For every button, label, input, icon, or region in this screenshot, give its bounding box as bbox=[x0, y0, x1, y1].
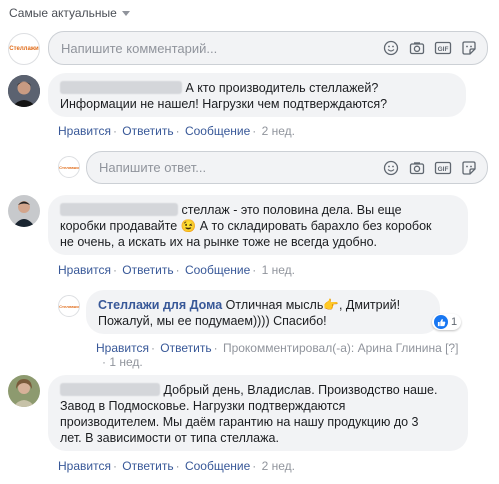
message-link[interactable]: Сообщение bbox=[185, 124, 250, 138]
svg-text:GIF: GIF bbox=[438, 166, 449, 173]
like-link[interactable]: Нравится bbox=[96, 341, 149, 355]
comment-actions: Нравится · Ответить · Сообщение · 2 нед. bbox=[58, 124, 295, 138]
commented-by-text: Прокомментировал(-а): Арина Глинина bbox=[222, 341, 442, 355]
reply-text-line: , Дмитрий! bbox=[338, 298, 401, 312]
sort-dropdown[interactable]: Самые актуальные bbox=[9, 6, 130, 20]
redacted-name bbox=[60, 383, 160, 396]
camera-icon[interactable] bbox=[407, 158, 427, 178]
emoji-icon[interactable] bbox=[381, 38, 401, 58]
like-icon bbox=[434, 315, 448, 329]
reply-link[interactable]: Ответить bbox=[122, 124, 173, 138]
timestamp[interactable]: 1 нед. bbox=[109, 355, 142, 369]
reply-input[interactable]: Напишите ответ... bbox=[99, 160, 381, 175]
reaction-count[interactable]: 1 bbox=[432, 314, 462, 330]
comment-text-line: стеллаж - это половина дела. Вы еще bbox=[181, 203, 402, 217]
comment-composer[interactable]: Напишите комментарий... GIF bbox=[48, 31, 488, 65]
message-link[interactable]: Сообщение bbox=[185, 459, 250, 473]
pointing-hand-emoji-icon: 👉 bbox=[323, 298, 339, 312]
reply-link[interactable]: Ответить bbox=[122, 459, 173, 473]
reply-bubble: Стеллажи для Дома Отличная мысль👉, Дмитр… bbox=[86, 290, 440, 334]
like-link[interactable]: Нравится bbox=[58, 459, 111, 473]
reply-link[interactable]: Ответить bbox=[160, 341, 211, 355]
comment-text-line: Завод в Подмосковье. Нагрузки подтвержда… bbox=[60, 399, 346, 413]
page-avatar: Стеллажи bbox=[8, 33, 40, 65]
brand-logo-text: Стеллажи bbox=[59, 164, 79, 170]
page-avatar-small[interactable]: Стеллажи bbox=[58, 295, 80, 317]
comment-actions: Нравится · Ответить · Сообщение · 1 нед. bbox=[58, 263, 295, 277]
like-link[interactable]: Нравится bbox=[58, 263, 111, 277]
user-avatar[interactable] bbox=[8, 375, 40, 407]
reaction-count-text: 1 bbox=[451, 316, 458, 328]
camera-icon[interactable] bbox=[407, 38, 427, 58]
caret-down-icon bbox=[121, 10, 130, 16]
comment-bubble: стеллаж - это половина дела. Вы еще коро… bbox=[48, 195, 468, 255]
timestamp[interactable]: 2 нед. bbox=[262, 459, 295, 473]
comment-text-line: А то складировать барахло без коробок bbox=[199, 219, 432, 233]
message-link[interactable]: Сообщение bbox=[185, 263, 250, 277]
comment-bubble: Добрый день, Владислав. Производство наш… bbox=[48, 375, 468, 451]
brand-logo-text: Стеллажи bbox=[59, 303, 79, 309]
comment-text-line: производителем. Мы даём гарантию на нашу… bbox=[60, 415, 419, 429]
comment-input[interactable]: Напишите комментарий... bbox=[61, 41, 381, 56]
svg-text:GIF: GIF bbox=[438, 46, 449, 53]
gif-icon[interactable]: GIF bbox=[433, 158, 453, 178]
reply-text-line: Пожалуй, мы ее подумаем)))) Спасибо! bbox=[98, 314, 327, 328]
reply-actions: Нравится · Ответить · Прокомментировал(-а)… bbox=[96, 341, 459, 369]
comment-text-line: Добрый день, Владислав. Производство наш… bbox=[163, 383, 438, 397]
sticker-icon[interactable] bbox=[459, 38, 479, 58]
page-avatar-small: Стеллажи bbox=[58, 156, 80, 178]
sticker-icon[interactable] bbox=[459, 158, 479, 178]
emoji-icon[interactable] bbox=[381, 158, 401, 178]
sort-label: Самые актуальные bbox=[9, 6, 117, 20]
comment-text-line: коробки продавайте bbox=[60, 219, 178, 233]
comment-bubble: А кто производитель стеллажей? Информаци… bbox=[48, 73, 466, 117]
redacted-name bbox=[60, 203, 178, 216]
help-link[interactable]: [?] bbox=[445, 341, 458, 355]
reply-composer[interactable]: Напишите ответ... GIF bbox=[86, 151, 488, 184]
redacted-name bbox=[60, 81, 182, 94]
reply-author-link[interactable]: Стеллажи для Дома bbox=[98, 298, 222, 312]
user-avatar[interactable] bbox=[8, 195, 40, 227]
timestamp[interactable]: 1 нед. bbox=[262, 263, 295, 277]
comment-text-line: не очень, а искать их на рынке тоже не в… bbox=[60, 235, 378, 249]
comment-text-line: лет. В зависимости от типа стеллажа. bbox=[60, 431, 279, 445]
brand-logo-text: Стеллажи bbox=[9, 46, 39, 52]
wink-emoji-icon: 😉 bbox=[180, 219, 197, 233]
comment-actions: Нравится · Ответить · Сообщение · 2 нед. bbox=[58, 459, 295, 473]
like-link[interactable]: Нравится bbox=[58, 124, 111, 138]
gif-icon[interactable]: GIF bbox=[433, 38, 453, 58]
reply-text-line: Отличная мысль bbox=[225, 298, 324, 312]
reply-link[interactable]: Ответить bbox=[122, 263, 173, 277]
user-avatar[interactable] bbox=[8, 75, 40, 107]
timestamp[interactable]: 2 нед. bbox=[262, 124, 295, 138]
